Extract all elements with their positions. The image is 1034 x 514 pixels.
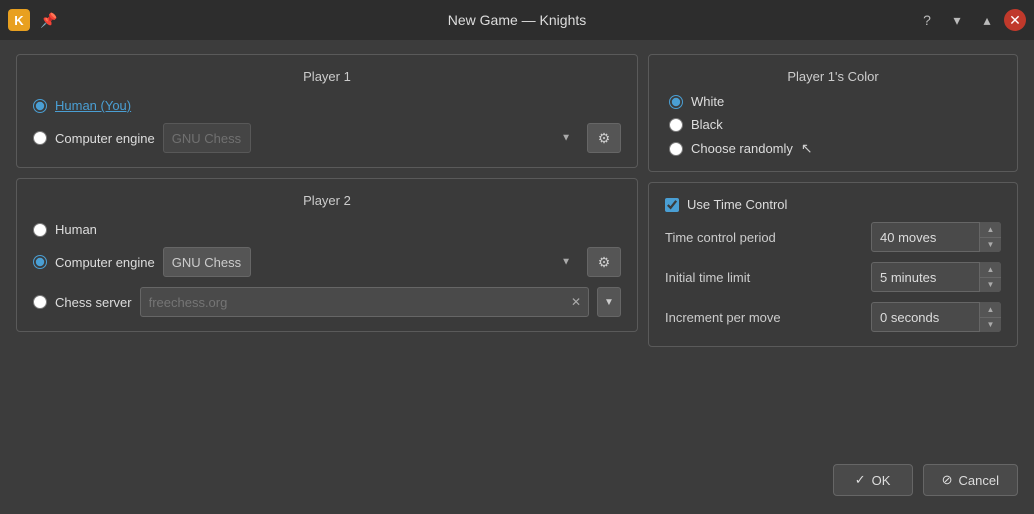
player2-server-input[interactable] bbox=[140, 287, 589, 317]
player1-engine-row: Computer engine GNU Chess ⚙ bbox=[33, 123, 621, 153]
player1-engine-radio[interactable] bbox=[33, 131, 47, 145]
player2-server-clear-button[interactable]: ✕ bbox=[567, 293, 585, 311]
color-white-row: White bbox=[669, 94, 997, 109]
player2-human-radio[interactable] bbox=[33, 223, 47, 237]
titlebar-left: K 📌 bbox=[8, 7, 62, 33]
player2-panel: Player 2 Human Computer engine GNU Chess… bbox=[16, 178, 638, 332]
player1-panel: Player 1 Human (You) Computer engine GNU… bbox=[16, 54, 638, 168]
pin-button[interactable]: 📌 bbox=[36, 7, 62, 33]
player1-human-row: Human (You) bbox=[33, 98, 621, 113]
time-initial-spinner-wrapper: 5 minutes ▲ ▼ bbox=[871, 262, 1001, 292]
time-control-panel: Use Time Control Time control period 40 … bbox=[648, 182, 1018, 347]
cancel-button[interactable]: ⊘ Cancel bbox=[923, 464, 1018, 496]
player2-title: Player 2 bbox=[33, 193, 621, 208]
player2-engine-select[interactable]: GNU Chess bbox=[163, 247, 251, 277]
app-icon: K bbox=[8, 9, 30, 31]
player2-server-radio[interactable] bbox=[33, 295, 47, 309]
color-black-row: Black bbox=[669, 117, 997, 132]
use-time-label[interactable]: Use Time Control bbox=[687, 197, 787, 212]
player2-settings-icon: ⚙ bbox=[598, 254, 611, 271]
cancel-icon: ⊘ bbox=[942, 472, 953, 488]
player1-human-radio[interactable] bbox=[33, 99, 47, 113]
time-initial-label: Initial time limit bbox=[665, 270, 861, 285]
ok-label: OK bbox=[872, 473, 891, 488]
time-initial-arrows: ▲ ▼ bbox=[979, 262, 1001, 292]
time-increment-up-button[interactable]: ▲ bbox=[980, 302, 1001, 318]
color-options: White Black Choose randomly ↖ bbox=[669, 94, 997, 157]
color-black-label[interactable]: Black bbox=[691, 117, 723, 132]
dialog-buttons: ✓ OK ⊘ Cancel bbox=[16, 464, 1018, 500]
ok-button[interactable]: ✓ OK bbox=[833, 464, 913, 496]
dialog-content: Player 1 Human (You) Computer engine GNU… bbox=[0, 40, 1034, 514]
player2-server-input-wrapper: ✕ bbox=[140, 287, 589, 317]
player1-engine-label[interactable]: Computer engine bbox=[55, 131, 155, 146]
color-random-row: Choose randomly ↖ bbox=[669, 140, 997, 157]
titlebar-controls: ? ▾ ▴ ✕ bbox=[914, 7, 1026, 33]
player2-engine-row: Computer engine GNU Chess ⚙ bbox=[33, 247, 621, 277]
color-random-label[interactable]: Choose randomly bbox=[691, 141, 793, 156]
player2-server-row: Chess server ✕ ▼ bbox=[33, 287, 621, 317]
player2-server-label[interactable]: Chess server bbox=[55, 295, 132, 310]
time-period-spinner-wrapper: 40 moves ▲ ▼ bbox=[871, 222, 1001, 252]
player2-human-row: Human bbox=[33, 222, 621, 237]
player2-engine-label[interactable]: Computer engine bbox=[55, 255, 155, 270]
color-panel-title: Player 1's Color bbox=[669, 69, 997, 84]
cursor-icon: ↖ bbox=[801, 140, 813, 157]
time-period-down-button[interactable]: ▼ bbox=[980, 238, 1001, 253]
right-panels: Player 1's Color White Black Choose rand… bbox=[648, 54, 1018, 454]
player2-server-dropdown-button[interactable]: ▼ bbox=[597, 287, 621, 317]
left-panels: Player 1 Human (You) Computer engine GNU… bbox=[16, 54, 638, 454]
use-time-checkbox[interactable] bbox=[665, 198, 679, 212]
color-white-radio[interactable] bbox=[669, 95, 683, 109]
color-white-label[interactable]: White bbox=[691, 94, 724, 109]
ok-icon: ✓ bbox=[855, 472, 866, 488]
color-black-radio[interactable] bbox=[669, 118, 683, 132]
minimize-button[interactable]: ▾ bbox=[944, 7, 970, 33]
panels-row: Player 1 Human (You) Computer engine GNU… bbox=[16, 54, 1018, 454]
close-button[interactable]: ✕ bbox=[1004, 9, 1026, 31]
time-initial-row: Initial time limit 5 minutes ▲ ▼ bbox=[665, 262, 1001, 292]
time-period-label: Time control period bbox=[665, 230, 861, 245]
maximize-button[interactable]: ▴ bbox=[974, 7, 1000, 33]
player2-human-label[interactable]: Human bbox=[55, 222, 97, 237]
titlebar: K 📌 New Game — Knights ? ▾ ▴ ✕ bbox=[0, 0, 1034, 40]
time-title-row: Use Time Control bbox=[665, 197, 1001, 212]
player2-engine-select-wrapper: GNU Chess bbox=[163, 247, 579, 277]
time-increment-arrows: ▲ ▼ bbox=[979, 302, 1001, 332]
player1-human-label[interactable]: Human (You) bbox=[55, 98, 131, 113]
time-period-up-button[interactable]: ▲ bbox=[980, 222, 1001, 238]
color-random-radio[interactable] bbox=[669, 142, 683, 156]
player1-engine-select[interactable]: GNU Chess bbox=[163, 123, 251, 153]
help-button[interactable]: ? bbox=[914, 7, 940, 33]
player2-settings-button[interactable]: ⚙ bbox=[587, 247, 621, 277]
time-increment-spinner-wrapper: 0 seconds ▲ ▼ bbox=[871, 302, 1001, 332]
player1-engine-select-wrapper: GNU Chess bbox=[163, 123, 579, 153]
time-increment-label: Increment per move bbox=[665, 310, 861, 325]
time-initial-down-button[interactable]: ▼ bbox=[980, 278, 1001, 293]
player2-engine-radio[interactable] bbox=[33, 255, 47, 269]
time-period-arrows: ▲ ▼ bbox=[979, 222, 1001, 252]
time-initial-up-button[interactable]: ▲ bbox=[980, 262, 1001, 278]
player1-settings-icon: ⚙ bbox=[598, 130, 611, 147]
player1-settings-button[interactable]: ⚙ bbox=[587, 123, 621, 153]
cancel-label: Cancel bbox=[959, 473, 999, 488]
time-period-row: Time control period 40 moves ▲ ▼ bbox=[665, 222, 1001, 252]
player1-title: Player 1 bbox=[33, 69, 621, 84]
color-panel: Player 1's Color White Black Choose rand… bbox=[648, 54, 1018, 172]
time-increment-down-button[interactable]: ▼ bbox=[980, 318, 1001, 333]
window-title: New Game — Knights bbox=[448, 12, 587, 28]
time-increment-row: Increment per move 0 seconds ▲ ▼ bbox=[665, 302, 1001, 332]
